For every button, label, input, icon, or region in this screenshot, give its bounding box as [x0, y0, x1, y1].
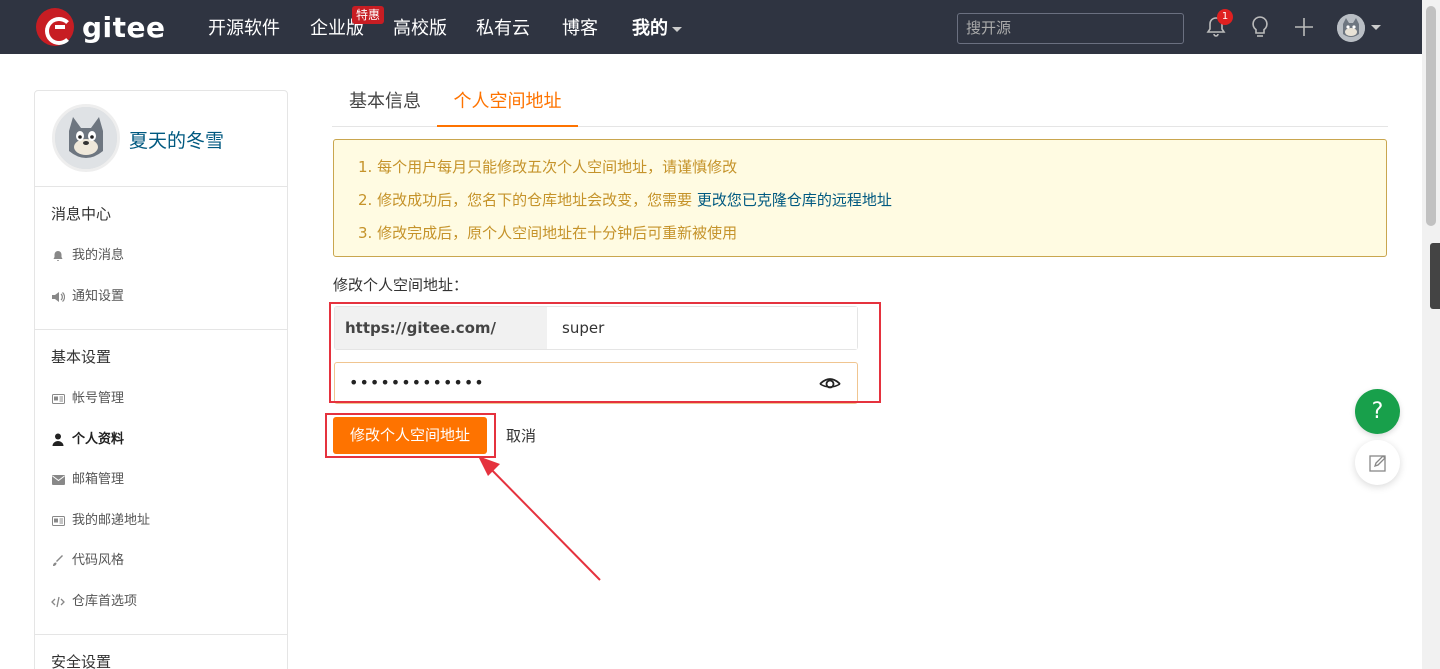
scrollbar-thumb[interactable] — [1426, 6, 1436, 226]
warning-notice: 1. 每个用户每月只能修改五次个人空间地址，请谨慎修改 2. 修改成功后，您名下… — [333, 139, 1387, 257]
lightbulb-icon[interactable] — [1247, 14, 1273, 40]
profile-card: 夏天的冬雪 — [35, 91, 287, 187]
top-navbar: gitee 开源软件 企业版 特惠 高校版 私有云 博客 我的 搜开源 1 — [0, 0, 1422, 54]
nav-mine-label: 我的 — [632, 18, 668, 39]
notice-line-3: 3. 修改完成后，原个人空间地址在十分钟后可重新被使用 — [358, 224, 738, 242]
notice-line-1: 1. 每个用户每月只能修改五次个人空间地址，请谨慎修改 — [358, 158, 738, 176]
feedback-button[interactable] — [1355, 440, 1400, 485]
bell-icon — [51, 249, 65, 263]
plus-icon[interactable] — [1291, 14, 1317, 40]
basic-settings-title: 基本设置 — [51, 348, 112, 366]
nav-mine[interactable]: 我的 — [632, 0, 682, 54]
user-avatar[interactable] — [1337, 14, 1365, 42]
settings-tabs: 基本信息 个人空间地址 — [332, 78, 1388, 127]
cat-avatar-icon — [55, 107, 117, 169]
sidebar-item-notification-settings[interactable]: 通知设置 — [35, 277, 287, 318]
basic-settings-group: 基本设置 帐号管理 个人资料 邮箱管理 我的邮递地址 代码风格 仓库首选项 — [35, 330, 287, 635]
side-widget-handle[interactable] — [1430, 243, 1440, 309]
sidebar-item-code-style[interactable]: 代码风格 — [35, 541, 287, 582]
profile-avatar[interactable] — [52, 104, 120, 172]
address-card-icon — [51, 514, 65, 528]
tab-personal-space-address[interactable]: 个人空间地址 — [437, 78, 578, 127]
notice-line-2: 2. 修改成功后，您名下的仓库地址会改变，您需要 更改您已克隆仓库的远程地址 — [334, 188, 1386, 221]
user-icon — [51, 433, 65, 447]
id-card-icon — [51, 392, 65, 406]
security-settings-group: 安全设置 — [35, 635, 287, 669]
sidebar-item-label: 个人资料 — [72, 431, 125, 447]
cat-avatar-icon — [1337, 14, 1365, 42]
edit-icon — [1368, 454, 1386, 472]
message-center-group: 消息中心 我的消息 通知设置 — [35, 187, 287, 330]
special-offer-badge: 特惠 — [352, 6, 385, 24]
brand-name: gitee — [82, 10, 166, 44]
sidebar-item-label: 帐号管理 — [72, 391, 125, 406]
sidebar-item-label: 通知设置 — [72, 288, 125, 304]
sidebar-item-profile[interactable]: 个人资料 — [35, 420, 287, 461]
notice-line-2-text: 2. 修改成功后，您名下的仓库地址会改变，您需要 — [358, 191, 697, 209]
sidebar-item-label: 仓库首选项 — [72, 593, 138, 609]
settings-sidebar: 夏天的冬雪 消息中心 我的消息 通知设置 基本设置 帐号管理 个人资料 邮箱管理… — [34, 90, 288, 669]
help-button[interactable]: ? — [1355, 389, 1400, 434]
sidebar-item-email[interactable]: 邮箱管理 — [35, 460, 287, 501]
sidebar-item-account[interactable]: 帐号管理 — [35, 379, 287, 420]
sidebar-item-label: 邮箱管理 — [72, 472, 125, 487]
annotation-highlight-inputs — [329, 302, 881, 403]
search-input[interactable]: 搜开源 — [957, 13, 1184, 44]
gitee-logo[interactable]: gitee — [36, 8, 166, 46]
notification-count-badge: 1 — [1217, 9, 1233, 25]
speaker-icon — [51, 290, 65, 304]
sidebar-item-repo-preferences[interactable]: 仓库首选项 — [35, 582, 287, 623]
sidebar-item-mailing-address[interactable]: 我的邮递地址 — [35, 501, 287, 542]
brush-icon — [51, 554, 65, 568]
sidebar-item-my-messages[interactable]: 我的消息 — [35, 236, 287, 277]
sidebar-item-label: 我的消息 — [72, 248, 125, 263]
chevron-down-icon — [672, 26, 682, 32]
modify-address-label: 修改个人空间地址： — [333, 276, 469, 294]
profile-name[interactable]: 夏天的冬雪 — [129, 126, 224, 153]
annotation-arrow-icon — [478, 456, 601, 581]
sidebar-item-label: 我的邮递地址 — [72, 512, 151, 528]
envelope-icon — [51, 473, 65, 487]
tab-basic-info[interactable]: 基本信息 — [349, 78, 421, 127]
page-scrollbar[interactable] — [1422, 0, 1440, 669]
nav-open-source[interactable]: 开源软件 — [208, 0, 280, 54]
code-icon — [51, 595, 65, 609]
gitee-logo-icon — [36, 8, 74, 46]
chevron-down-icon[interactable] — [1371, 25, 1381, 30]
message-center-title: 消息中心 — [51, 205, 112, 223]
change-remote-url-link[interactable]: 更改您已克隆仓库的远程地址 — [697, 191, 892, 209]
nav-blog[interactable]: 博客 — [562, 0, 598, 54]
nav-private-cloud[interactable]: 私有云 — [476, 0, 530, 54]
sidebar-item-label: 代码风格 — [72, 553, 125, 568]
security-settings-title: 安全设置 — [51, 653, 112, 669]
cancel-button[interactable]: 取消 — [506, 425, 536, 446]
nav-university[interactable]: 高校版 — [393, 0, 447, 54]
